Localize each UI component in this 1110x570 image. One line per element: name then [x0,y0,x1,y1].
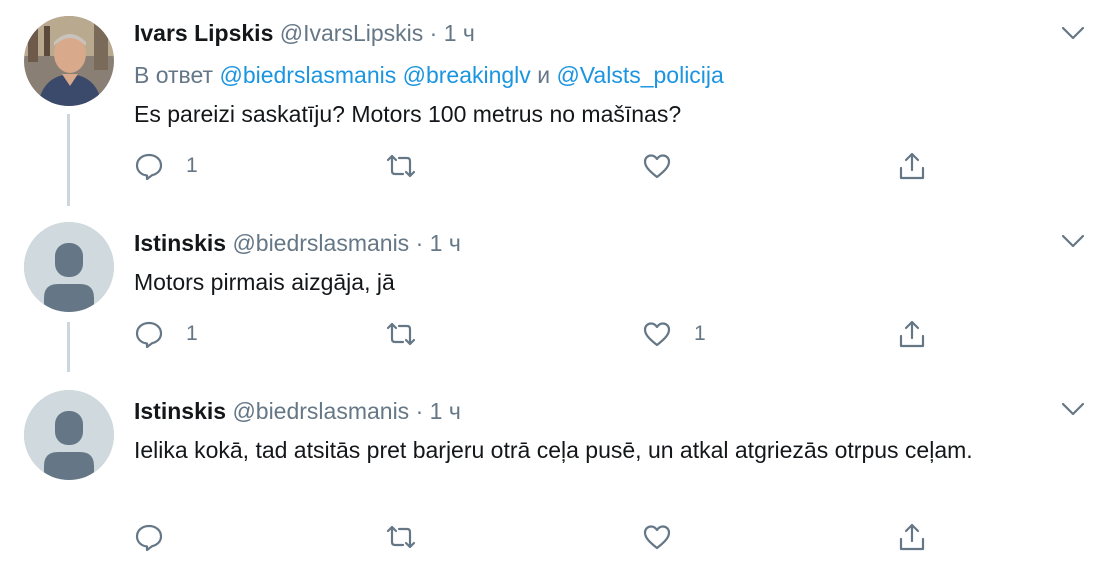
retweet-icon [386,525,416,549]
reply-icon [135,524,163,552]
author-name[interactable]: Istinskis [134,230,226,256]
share-button[interactable] [897,148,927,184]
like-button[interactable] [642,519,694,555]
retweet-icon [386,154,416,178]
mention-link[interactable]: @breakinglv [403,62,531,88]
replying-to: В ответ @biedrslasmanis @breakinglv и @V… [134,60,724,90]
mention-link[interactable]: @Valsts_policija [556,62,723,88]
reply-icon [135,153,163,181]
heart-icon [643,322,671,347]
chevron-down-icon[interactable] [1060,20,1086,46]
reply-icon [135,321,163,349]
tweet-3[interactable]: Istinskis @biedrslasmanis · 1 ч Ielika k… [0,372,1110,570]
share-icon [899,320,925,348]
tweet-actions: 1 [134,148,954,184]
mention-link[interactable]: @biedrslasmanis [219,62,396,88]
reply-button[interactable]: 1 [134,316,198,352]
heart-icon [643,154,671,179]
thread-line [67,114,70,206]
reply-prefix: В ответ [134,62,214,88]
timestamp[interactable]: 1 ч [430,398,461,424]
tweet-actions [134,519,954,555]
separator-dot: · [415,230,424,256]
avatar-ivars-lipskis[interactable] [24,16,114,106]
reply-button[interactable] [134,519,186,555]
tweet-actions: 1 1 [134,316,954,352]
separator-dot: · [415,398,424,424]
author-handle[interactable]: @biedrslasmanis [232,398,409,424]
retweet-button[interactable] [386,519,416,555]
chevron-down-icon[interactable] [1060,396,1086,422]
reply-count: 1 [186,154,198,177]
heart-icon [643,525,671,550]
author-name[interactable]: Ivars Lipskis [134,20,273,46]
retweet-icon [386,322,416,346]
author-handle[interactable]: @biedrslasmanis [232,230,409,256]
tweet-text: Es pareizi saskatīju? Motors 100 metrus … [134,101,682,127]
retweet-button[interactable] [386,316,416,352]
like-count: 1 [694,322,706,345]
chevron-down-icon[interactable] [1060,228,1086,254]
conjunction: и [537,62,551,88]
reply-button[interactable]: 1 [134,148,198,184]
tweet-header: Ivars Lipskis @IvarsLipskis · 1 ч [134,18,475,48]
like-button[interactable] [642,148,694,184]
avatar-photo [24,16,114,106]
timestamp[interactable]: 1 ч [444,20,475,46]
share-icon [899,152,925,180]
author-name[interactable]: Istinskis [134,398,226,424]
share-icon [899,523,925,551]
retweet-button[interactable] [386,148,416,184]
share-button[interactable] [897,316,927,352]
default-avatar-icon[interactable] [24,222,114,312]
thread-line [67,322,70,372]
tweet-1[interactable]: Ivars Lipskis @IvarsLipskis · 1 ч В отве… [0,0,1110,206]
default-avatar-icon[interactable] [24,390,114,480]
tweet-header: Istinskis @biedrslasmanis · 1 ч [134,396,461,426]
tweet-2[interactable]: Istinskis @biedrslasmanis · 1 ч Motors p… [0,200,1110,372]
tweet-header: Istinskis @biedrslasmanis · 1 ч [134,228,461,258]
separator-dot: · [429,20,438,46]
author-handle[interactable]: @IvarsLipskis [280,20,424,46]
timestamp[interactable]: 1 ч [430,230,461,256]
share-button[interactable] [897,519,927,555]
tweet-text: Motors pirmais aizgāja, jā [134,269,395,295]
reply-count: 1 [186,322,198,345]
like-button[interactable]: 1 [642,316,706,352]
tweet-text: Ielika kokā, tad atsitās pret barjeru ot… [134,437,973,463]
